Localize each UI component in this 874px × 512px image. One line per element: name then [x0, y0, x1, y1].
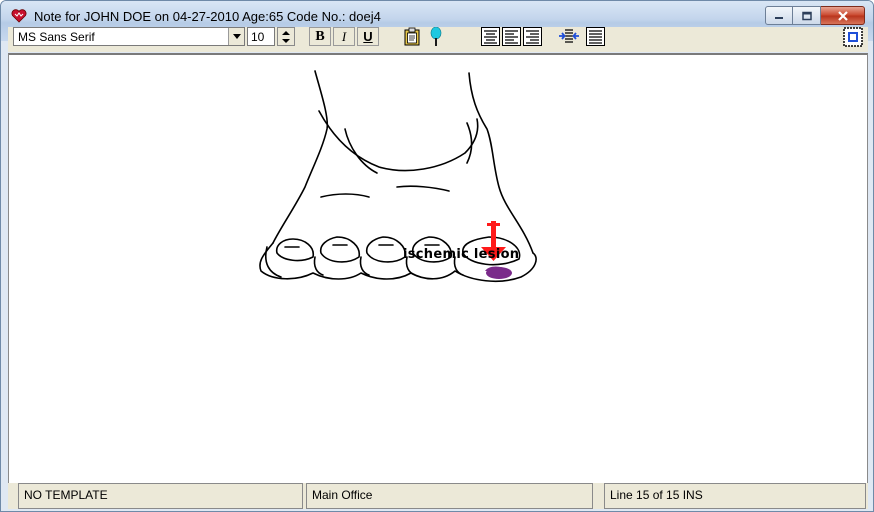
- align-left-icon: [501, 27, 521, 46]
- minimize-icon: [775, 16, 783, 19]
- font-size-spinner[interactable]: [277, 27, 295, 46]
- highlight-button[interactable]: [426, 26, 446, 47]
- font-size-value: 10: [251, 30, 265, 44]
- status-position-text: Line 15 of 15 INS: [610, 488, 703, 502]
- fullscreen-icon: [843, 26, 863, 47]
- minimize-button[interactable]: [765, 6, 793, 25]
- highlighter-icon: [430, 26, 442, 46]
- clipboard-icon: [404, 27, 420, 46]
- maximize-icon: [801, 11, 812, 20]
- status-position: Line 15 of 15 INS: [604, 483, 866, 509]
- indent-icon: [559, 29, 579, 43]
- font-dropdown-button[interactable]: [228, 28, 244, 45]
- caption-buttons: [765, 6, 865, 25]
- heart-icon: [11, 9, 27, 23]
- font-name-value: MS Sans Serif: [18, 30, 95, 44]
- font-size-input[interactable]: 10: [247, 27, 275, 46]
- annotation-label: ischemic lesion: [403, 247, 520, 262]
- font-name-select[interactable]: MS Sans Serif: [13, 27, 245, 46]
- window-title: Note for JOHN DOE on 04-27-2010 Age:65 C…: [34, 9, 381, 24]
- italic-button[interactable]: I: [333, 27, 355, 46]
- align-right-icon: [522, 27, 542, 46]
- align-center-icon: [480, 27, 500, 46]
- close-icon: [837, 10, 848, 21]
- align-center-button[interactable]: [480, 26, 500, 47]
- status-office: Main Office: [306, 483, 593, 509]
- status-template: NO TEMPLATE: [18, 483, 303, 509]
- indent-button[interactable]: [559, 26, 579, 47]
- status-template-text: NO TEMPLATE: [24, 488, 108, 502]
- chevron-down-icon: [232, 34, 241, 39]
- status-office-text: Main Office: [312, 488, 373, 502]
- maximize-button[interactable]: [793, 6, 821, 25]
- fullscreen-button[interactable]: [843, 26, 863, 47]
- clipboard-button[interactable]: [402, 26, 422, 47]
- align-right-button[interactable]: [522, 26, 542, 47]
- spin-arrows-icon: [282, 30, 290, 43]
- justify-icon: [585, 27, 605, 46]
- align-left-button[interactable]: [501, 26, 521, 47]
- justify-button[interactable]: [585, 26, 605, 47]
- note-window: Note for JOHN DOE on 04-27-2010 Age:65 C…: [0, 0, 874, 512]
- underline-button[interactable]: U: [357, 27, 379, 46]
- bold-button[interactable]: B: [309, 27, 331, 46]
- close-button[interactable]: [821, 6, 865, 25]
